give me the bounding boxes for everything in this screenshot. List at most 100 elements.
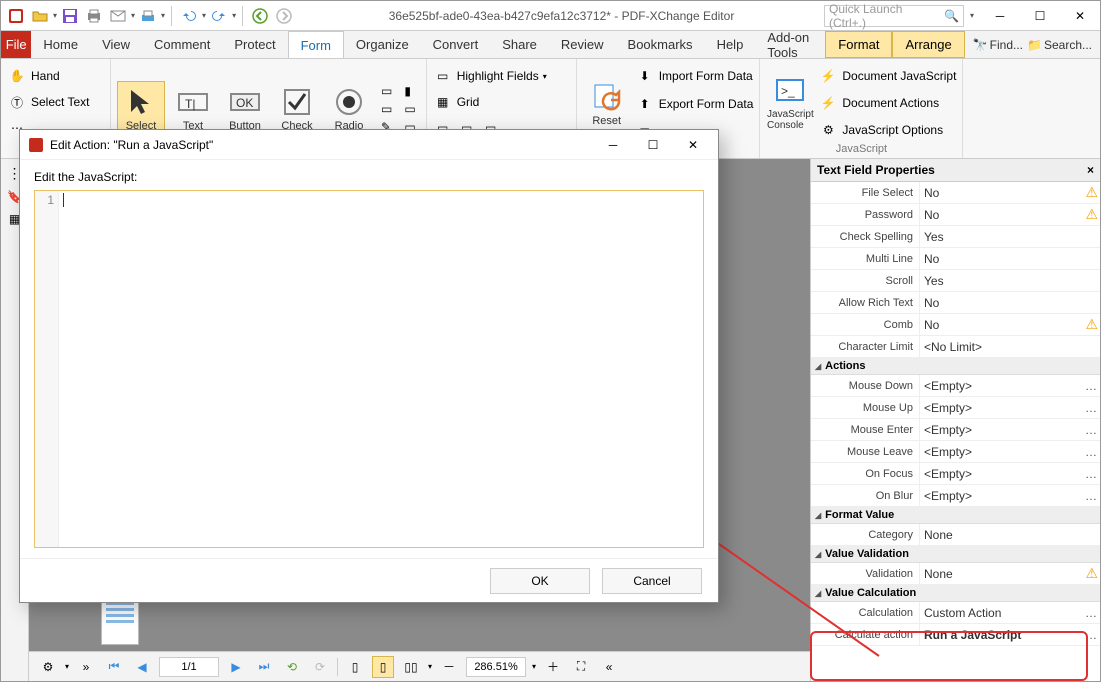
new-button-button[interactable]: OKButton [221,82,269,136]
ellipsis-button[interactable]: … [1082,489,1100,503]
dropdown-icon[interactable]: ▾ [53,11,57,20]
zoom-in-icon[interactable]: ＋ [542,656,564,678]
search-button[interactable]: 📁Search... [1027,38,1092,52]
redo-icon[interactable] [208,5,230,27]
find-button[interactable]: 🔭Find... [973,38,1023,52]
page-input[interactable] [159,657,219,677]
tab-addon[interactable]: Add-on Tools [755,31,825,58]
dialog-minimize-button[interactable]: ─ [596,131,630,159]
mail-icon[interactable] [107,5,129,27]
property-row[interactable]: PasswordNo⚠ [811,204,1100,226]
property-value[interactable]: <Empty> [919,463,1082,484]
open-icon[interactable] [29,5,51,27]
property-value[interactable]: Yes [919,270,1100,291]
barcode-icon[interactable]: ▮ [404,84,415,98]
property-value[interactable]: <Empty> [919,397,1082,418]
nav-back-icon[interactable]: ⟲ [281,656,303,678]
expand-icon[interactable]: » [75,656,97,678]
tab-share[interactable]: Share [490,31,549,58]
tab-comment[interactable]: Comment [142,31,222,58]
close-button[interactable]: ✕ [1060,2,1100,30]
js-console-button[interactable]: >_JavaScript Console [766,71,814,135]
document-actions[interactable]: ⚡Document Actions [818,90,956,116]
property-row[interactable]: Multi LineNo [811,248,1100,270]
property-value[interactable]: <Empty> [919,375,1082,396]
property-row[interactable]: Character Limit<No Limit> [811,336,1100,358]
tab-view[interactable]: View [90,31,142,58]
property-value[interactable]: Run a JavaScript [919,624,1082,645]
tab-arrange[interactable]: Arrange [892,31,964,58]
tab-form[interactable]: Form [288,31,344,58]
section-validation[interactable]: Value Validation [811,546,1100,563]
back-icon[interactable] [249,5,271,27]
property-row[interactable]: On Blur<Empty>… [811,485,1100,507]
ellipsis-button[interactable]: … [1082,628,1100,642]
export-form-data[interactable]: ⬆Export Form Data [635,91,754,117]
list-icon[interactable]: ▭ [381,84,392,98]
property-row[interactable]: Mouse Up<Empty>… [811,397,1100,419]
property-row[interactable]: Check SpellingYes [811,226,1100,248]
next-page-icon[interactable]: ▶ [225,656,247,678]
ellipsis-button[interactable]: … [1082,606,1100,620]
hand-tool[interactable]: ✋Hand [7,63,104,89]
scan-icon[interactable] [137,5,159,27]
prev-page-icon[interactable]: ◀ [131,656,153,678]
zoom-out-icon[interactable]: － [438,656,460,678]
property-value[interactable]: No [919,292,1100,313]
property-value[interactable]: <No Limit> [919,336,1100,357]
section-format[interactable]: Format Value [811,507,1100,524]
tab-convert[interactable]: Convert [421,31,491,58]
property-row[interactable]: CalculationCustom Action… [811,602,1100,624]
code-area[interactable] [59,191,703,547]
property-value[interactable]: No [919,314,1085,335]
property-row[interactable]: CombNo⚠ [811,314,1100,336]
property-value[interactable]: None [919,563,1085,584]
ellipsis-button[interactable]: … [1082,401,1100,415]
nav-fwd-icon[interactable]: ⟳ [309,656,331,678]
javascript-editor[interactable]: 1 [34,190,704,548]
tab-help[interactable]: Help [705,31,756,58]
dialog-close-button[interactable]: ✕ [676,131,710,159]
save-icon[interactable] [59,5,81,27]
property-row[interactable]: Mouse Leave<Empty>… [811,441,1100,463]
text-field-button[interactable]: T|Text [169,82,217,136]
property-value[interactable]: <Empty> [919,485,1082,506]
ellipsis-button[interactable]: … [1082,423,1100,437]
property-row[interactable]: Mouse Down<Empty>… [811,375,1100,397]
zoom-input[interactable] [466,657,526,677]
minimize-button[interactable]: ─ [980,2,1020,30]
tab-format[interactable]: Format [825,31,892,58]
print-icon[interactable] [83,5,105,27]
tab-review[interactable]: Review [549,31,616,58]
dropdown-field-icon[interactable]: ▭ [381,102,392,116]
property-value[interactable]: No [919,248,1100,269]
quicklaunch-input[interactable]: Quick Launch (Ctrl+.) 🔍 [824,5,964,27]
single-page-icon[interactable]: ▯ [344,656,366,678]
property-value[interactable]: Custom Action [919,602,1082,623]
collapse-icon[interactable]: « [598,656,620,678]
file-menu[interactable]: File [1,31,31,58]
property-row[interactable]: Calculate actionRun a JavaScript… [811,624,1100,646]
reset-button[interactable]: Reset [583,77,631,131]
options-menu-icon[interactable]: ⚙ [37,656,59,678]
dialog-maximize-button[interactable]: ☐ [636,131,670,159]
first-page-icon[interactable]: ⏮ [103,656,125,678]
property-value[interactable]: Yes [919,226,1100,247]
last-page-icon[interactable]: ⏭ [253,656,275,678]
tab-protect[interactable]: Protect [222,31,287,58]
property-value[interactable]: <Empty> [919,441,1082,462]
tab-home[interactable]: Home [31,31,90,58]
section-actions[interactable]: Actions [811,358,1100,375]
facing-icon[interactable]: ▯▯ [400,656,422,678]
property-row[interactable]: On Focus<Empty>… [811,463,1100,485]
property-value[interactable]: No [919,204,1085,225]
property-row[interactable]: Mouse Enter<Empty>… [811,419,1100,441]
property-row[interactable]: ScrollYes [811,270,1100,292]
select-text-tool[interactable]: ⓉSelect Text [7,89,104,115]
document-javascript[interactable]: ⚡Document JavaScript [818,63,956,89]
maximize-button[interactable]: ☐ [1020,2,1060,30]
property-value[interactable]: No [919,182,1085,203]
undo-icon[interactable] [178,5,200,27]
property-row[interactable]: ValidationNone⚠ [811,563,1100,585]
radio-button[interactable]: Radio [325,82,373,136]
